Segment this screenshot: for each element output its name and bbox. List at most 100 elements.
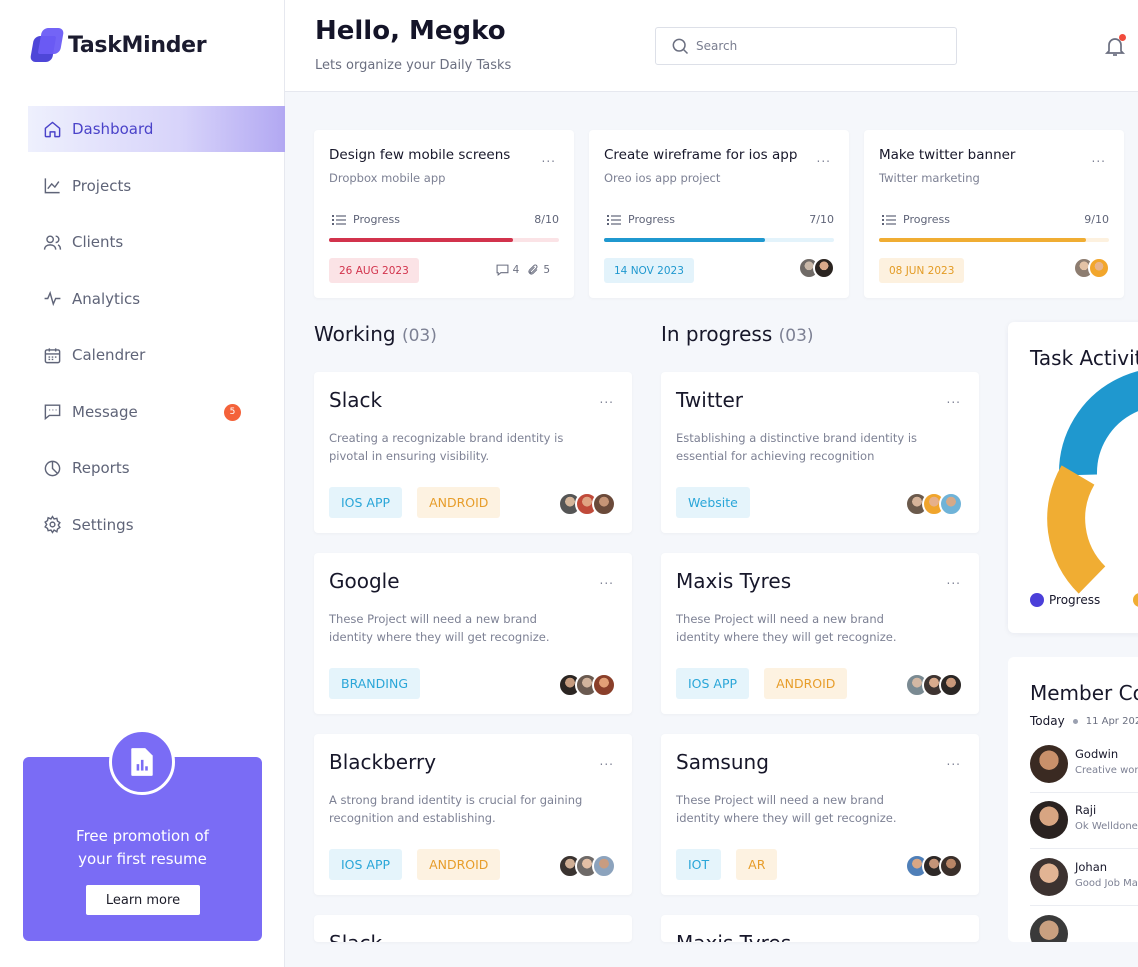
assignee-avatars[interactable]	[905, 854, 963, 878]
project-tags: Website	[676, 487, 750, 518]
assignee-avatars[interactable]	[798, 257, 835, 279]
sidebar-item-clients[interactable]: Clients	[28, 219, 285, 265]
due-date-badge: 08 JUN 2023	[879, 258, 965, 283]
task-subtitle: Twitter marketing	[879, 171, 980, 185]
project-card[interactable]: Google ... These Project will need a new…	[314, 553, 632, 714]
more-options-icon[interactable]: ...	[947, 574, 961, 586]
more-options-icon[interactable]: ...	[600, 755, 614, 767]
project-description: Establishing a distinctive brand identit…	[676, 431, 918, 463]
project-card[interactable]: Slack ...	[314, 915, 632, 942]
task-title: Create wireframe for ios app	[604, 147, 798, 163]
chart-line-icon	[42, 176, 62, 196]
users-icon	[42, 232, 62, 252]
list-icon	[332, 214, 346, 225]
sidebar-item-label: Settings	[72, 515, 134, 534]
tag[interactable]: IOS APP	[676, 668, 750, 699]
tag[interactable]: IOS APP	[329, 849, 403, 880]
project-card[interactable]: Blackberry ... A strong brand identity i…	[314, 734, 632, 895]
activity-donut	[1047, 371, 1138, 594]
member-comment-row[interactable]: Johan Good Job Man	[1030, 856, 1138, 900]
sidebar-item-calendar[interactable]: Calendrer	[28, 332, 285, 378]
progress-label: Progress	[332, 213, 400, 226]
sidebar: TaskMinder Dashboard Projects Clients An…	[0, 0, 285, 967]
more-options-icon[interactable]: ...	[947, 936, 961, 942]
progress-value: 9/10	[1084, 213, 1109, 226]
more-options-icon[interactable]: ...	[1092, 152, 1106, 164]
tag[interactable]: IOT	[676, 849, 722, 880]
sidebar-item-projects[interactable]: Projects	[28, 163, 285, 209]
project-card[interactable]: Slack ... Creating a recognizable brand …	[314, 372, 632, 533]
avatar	[592, 673, 616, 697]
project-name: Samsung	[676, 750, 769, 774]
assignee-avatars[interactable]	[558, 492, 616, 516]
project-tags: IOS APP ANDROID	[329, 487, 501, 518]
tag[interactable]: Website	[676, 487, 750, 518]
member-comment-row[interactable]: Raji Ok Welldone	[1030, 799, 1138, 843]
tag[interactable]: BRANDING	[329, 668, 421, 699]
project-description: Creating a recognizable brand identity i…	[329, 431, 564, 463]
column-label: In progress	[661, 322, 773, 346]
column-count: (03)	[401, 326, 437, 346]
member-comment-row[interactable]	[1030, 913, 1138, 942]
progress-text: Progress	[628, 213, 675, 226]
more-options-icon[interactable]: ...	[947, 393, 961, 405]
project-description: These Project will need a new brand iden…	[676, 612, 897, 644]
divider	[1030, 848, 1138, 849]
task-card[interactable]: Create wireframe for ios app Oreo ios ap…	[589, 130, 849, 298]
project-card[interactable]: Samsung ... These Project will need a ne…	[661, 734, 979, 895]
attachment-count: 5	[543, 264, 550, 276]
progress-track	[879, 238, 1109, 242]
sidebar-item-reports[interactable]: Reports	[28, 445, 285, 491]
separator-dot	[1072, 718, 1078, 724]
task-card[interactable]: Design few mobile screens Dropbox mobile…	[314, 130, 574, 298]
assignee-avatars[interactable]	[558, 854, 616, 878]
more-options-icon[interactable]: ...	[947, 755, 961, 767]
learn-more-button[interactable]: Learn more	[86, 885, 200, 915]
tag[interactable]: ANDROID	[417, 487, 501, 518]
message-count-badge: 5	[224, 403, 241, 421]
member-comment-row[interactable]: Godwin Creative work	[1030, 743, 1138, 787]
more-options-icon[interactable]: ...	[600, 574, 614, 586]
assignee-avatars[interactable]	[905, 492, 963, 516]
more-options-icon[interactable]: ...	[542, 152, 556, 164]
more-options-icon[interactable]: ...	[600, 393, 614, 405]
tag[interactable]: IOS APP	[329, 487, 403, 518]
more-options-icon[interactable]: ...	[600, 936, 614, 942]
more-options-icon[interactable]: ...	[817, 152, 831, 164]
progress-label: Progress	[882, 213, 950, 226]
assignee-avatars[interactable]	[1073, 257, 1110, 279]
project-tags: IOS APP ANDROID	[676, 668, 848, 699]
working-column-title: Working (03)	[314, 322, 437, 346]
page-subtitle: Lets organize your Daily Tasks	[315, 58, 512, 73]
app-logo[interactable]: TaskMinder	[29, 28, 207, 62]
sidebar-item-dashboard[interactable]: Dashboard	[28, 106, 285, 152]
paperclip-icon	[528, 264, 538, 275]
assignee-avatars[interactable]	[905, 673, 963, 697]
due-date-badge: 26 AUG 2023	[329, 258, 419, 283]
tag[interactable]: AR	[736, 849, 778, 880]
top-header: Hello, Megko Lets organize your Daily Ta…	[285, 0, 1138, 92]
project-description: These Project will need a new brand iden…	[329, 612, 550, 644]
donut-segment-blue	[1058, 371, 1138, 476]
progress-fill	[604, 238, 765, 242]
project-card[interactable]: Twitter ... Establishing a distinctive b…	[661, 372, 979, 533]
divider	[1030, 792, 1138, 793]
tag[interactable]: ANDROID	[764, 668, 848, 699]
project-card[interactable]: Maxis Tyres ... These Project will need …	[661, 553, 979, 714]
task-card[interactable]: Make twitter banner Twitter marketing ..…	[864, 130, 1124, 298]
sidebar-item-settings[interactable]: Settings	[28, 502, 285, 548]
project-card[interactable]: Maxis Tyres ...	[661, 915, 979, 942]
sidebar-item-label: Projects	[72, 176, 132, 195]
search-input[interactable]: Search	[655, 27, 957, 65]
notification-bell-icon[interactable]	[1103, 34, 1127, 58]
sidebar-item-analytics[interactable]: Analytics	[28, 276, 285, 322]
list-icon	[882, 214, 896, 225]
project-name: Blackberry	[329, 750, 437, 774]
task-subtitle: Dropbox mobile app	[329, 171, 446, 185]
sidebar-item-label: Clients	[72, 233, 124, 251]
column-count: (03)	[778, 326, 814, 346]
sidebar-item-message[interactable]: Message 5	[28, 389, 285, 435]
tag[interactable]: ANDROID	[417, 849, 501, 880]
assignee-avatars[interactable]	[558, 673, 616, 697]
logo-mark-icon	[29, 28, 65, 62]
